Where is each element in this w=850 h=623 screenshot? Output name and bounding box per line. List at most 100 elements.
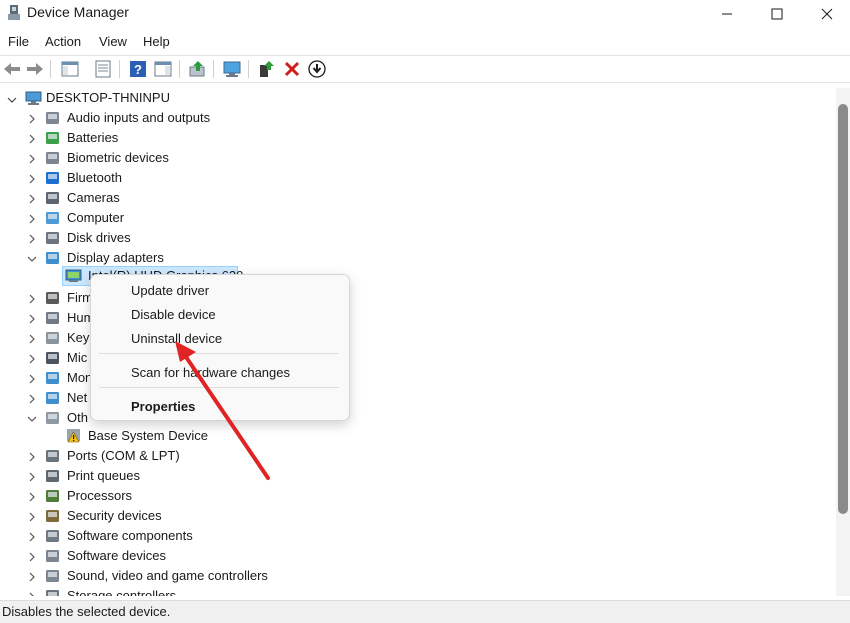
maximize-icon (771, 8, 783, 20)
menu-bar: File Action View Help (0, 30, 850, 54)
tree-category-label[interactable]: Print queues (67, 466, 140, 486)
tree-category-label[interactable]: Software devices (67, 546, 166, 566)
tree-category-label[interactable]: Cameras (67, 188, 120, 208)
tree-category-label[interactable]: Security devices (67, 506, 162, 526)
computer-root-icon (25, 91, 42, 105)
other-device-child-label[interactable]: Base System Device (88, 426, 208, 446)
chevron-right-icon[interactable] (27, 492, 37, 502)
menu-separator (99, 353, 339, 354)
tree-category-label[interactable]: Net (67, 388, 87, 408)
show-hide-console-tree-icon[interactable] (60, 59, 80, 79)
chevron-right-icon[interactable] (27, 354, 37, 364)
chevron-right-icon[interactable] (27, 512, 37, 522)
scan-hardware-icon[interactable] (222, 59, 242, 79)
chevron-right-icon[interactable] (27, 572, 37, 582)
menu-action[interactable]: Action (45, 34, 81, 49)
window-title: Device Manager (27, 4, 129, 20)
chevron-right-icon[interactable] (27, 294, 37, 304)
menu-properties[interactable]: Properties (131, 399, 195, 414)
chevron-right-icon[interactable] (27, 234, 37, 244)
tree-category-label[interactable]: Mic (67, 348, 87, 368)
software-device-icon (46, 550, 59, 562)
chevron-down-icon[interactable] (27, 254, 37, 264)
tree-category-label[interactable]: Sound, video and game controllers (67, 566, 268, 586)
chevron-right-icon[interactable] (27, 194, 37, 204)
action-pane-icon[interactable] (153, 59, 173, 79)
close-button[interactable] (802, 0, 850, 28)
toolbar-separator (119, 60, 120, 78)
speaker-icon (46, 112, 59, 124)
minimize-button[interactable] (702, 0, 752, 28)
tree-category-label[interactable]: Software components (67, 526, 193, 546)
tree-category-label[interactable]: Display adapters (67, 248, 164, 268)
bluetooth-icon (46, 172, 59, 184)
chevron-right-icon[interactable] (27, 532, 37, 542)
printer-icon (46, 470, 59, 482)
chevron-right-icon[interactable] (27, 592, 37, 596)
title-bar: Device Manager (0, 0, 850, 30)
chevron-right-icon[interactable] (27, 334, 37, 344)
menu-separator (99, 387, 339, 388)
processor-icon (46, 490, 59, 502)
help-icon[interactable]: ? (128, 59, 148, 79)
tree-category-label[interactable]: Oth (67, 408, 88, 428)
chevron-right-icon[interactable] (27, 214, 37, 224)
forward-icon[interactable] (25, 59, 45, 79)
chevron-right-icon[interactable] (27, 154, 37, 164)
disable-device-icon[interactable] (307, 59, 327, 79)
back-icon[interactable] (2, 59, 22, 79)
update-driver-icon[interactable] (188, 59, 208, 79)
chevron-right-icon[interactable] (27, 394, 37, 404)
sound-icon (46, 570, 59, 582)
chevron-right-icon[interactable] (27, 134, 37, 144)
context-menu: Update driver Disable device Uninstall d… (90, 274, 350, 421)
tree-category-label[interactable]: Ports (COM & LPT) (67, 446, 180, 466)
toolbar-separator (213, 60, 214, 78)
camera-icon (46, 192, 59, 204)
chevron-right-icon[interactable] (27, 472, 37, 482)
maximize-button[interactable] (752, 0, 802, 28)
display-adapter-icon (65, 269, 82, 282)
enable-device-icon[interactable] (257, 59, 277, 79)
tree-category-label[interactable]: Processors (67, 486, 132, 506)
computer-icon (46, 212, 59, 224)
display-adapter-icon (46, 252, 59, 264)
security-icon (46, 510, 59, 522)
monitor-icon (46, 372, 59, 384)
tree-category-label[interactable]: Bluetooth (67, 168, 122, 188)
toolbar-separator (248, 60, 249, 78)
properties-icon[interactable] (93, 59, 113, 79)
menu-file[interactable]: File (8, 34, 29, 49)
tree-category-label[interactable]: Audio inputs and outputs (67, 108, 210, 128)
scrollbar-thumb[interactable] (838, 104, 848, 514)
tree-category-label[interactable]: Mon (67, 368, 92, 388)
network-icon (46, 392, 59, 404)
chevron-right-icon[interactable] (27, 174, 37, 184)
chevron-down-icon[interactable] (27, 414, 37, 424)
tree-category-label[interactable]: Disk drives (67, 228, 131, 248)
toolbar-separator (50, 60, 51, 78)
chevron-down-icon[interactable] (7, 95, 17, 105)
chevron-right-icon[interactable] (27, 374, 37, 384)
tree-root-label[interactable]: DESKTOP-THNINPU (46, 88, 170, 108)
storage-icon (46, 590, 59, 596)
tree-category-label[interactable]: Storage controllers (67, 586, 176, 596)
uninstall-icon[interactable] (282, 59, 302, 79)
menu-uninstall-device[interactable]: Uninstall device (131, 331, 222, 346)
chevron-right-icon[interactable] (27, 314, 37, 324)
tree-category-label[interactable]: Biometric devices (67, 148, 169, 168)
menu-disable-device[interactable]: Disable device (131, 307, 216, 322)
menu-view[interactable]: View (99, 34, 127, 49)
toolbar: ? (0, 55, 850, 83)
chevron-right-icon[interactable] (27, 452, 37, 462)
tree-category-label[interactable]: Key (67, 328, 89, 348)
menu-scan-hardware-changes[interactable]: Scan for hardware changes (131, 365, 290, 380)
tree-category-label[interactable]: Computer (67, 208, 124, 228)
firmware-icon (46, 292, 59, 304)
tree-category-label[interactable]: Batteries (67, 128, 118, 148)
chevron-right-icon[interactable] (27, 114, 37, 124)
menu-update-driver[interactable]: Update driver (131, 283, 209, 298)
warning-device-icon (67, 429, 80, 443)
menu-help[interactable]: Help (143, 34, 170, 49)
chevron-right-icon[interactable] (27, 552, 37, 562)
